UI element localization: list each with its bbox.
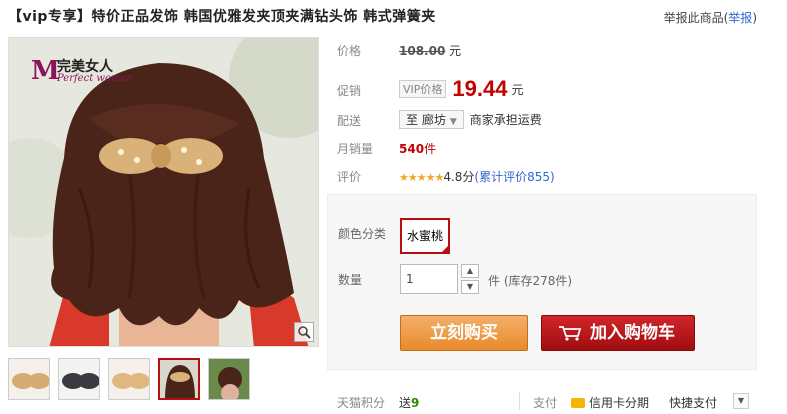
report-suffix: ) [752, 11, 757, 25]
color-option-label: 水蜜桃 [406, 229, 443, 243]
rating-label: 评价 [337, 170, 362, 184]
rating-score: 4.8分 [443, 170, 475, 184]
original-unit: 元 [449, 44, 462, 58]
promo-label: 促销 [337, 84, 362, 98]
report-link-area: 举报此商品(举报) [664, 9, 757, 26]
cart-icon [559, 326, 582, 341]
quantity-input[interactable]: 1 [400, 264, 458, 294]
color-option-selected[interactable]: 水蜜桃 [400, 218, 450, 254]
chevron-down-icon: ▼ [449, 117, 457, 127]
credit-installment[interactable]: 信用卡分期 [589, 396, 649, 410]
original-price: 108.00 [399, 44, 446, 58]
selected-check-icon [440, 244, 450, 254]
purchase-options: 颜色分类 水蜜桃 数量 1 ▲ ▼ 件 (库存278件) 立刻购买 加入购物车 [327, 194, 757, 370]
delivery-label: 配送 [337, 114, 362, 128]
delivery-location: 至 廊坊 [406, 113, 446, 127]
main-product-image[interactable]: M 完美女人 Perfect woman [8, 37, 319, 347]
quick-pay[interactable]: 快捷支付 [669, 394, 717, 411]
sales-label: 月销量 [337, 142, 374, 156]
points-value: 9 [411, 396, 420, 410]
promo-unit: 元 [511, 82, 524, 97]
add-to-cart-button[interactable]: 加入购物车 [541, 315, 695, 351]
thumbnail-1[interactable] [8, 358, 50, 400]
report-prefix: 举报此商品( [663, 11, 729, 25]
thumbnail-4[interactable] [158, 358, 200, 400]
promo-price: 19.44 [452, 76, 508, 101]
sales-unit: 件 [424, 142, 437, 156]
delivery-location-select[interactable]: 至 廊坊 ▼ [399, 110, 464, 129]
divider [519, 392, 520, 410]
quantity-decrease-button[interactable]: ▼ [461, 280, 479, 294]
thumbnail-3[interactable] [108, 358, 150, 400]
credit-card-icon [571, 398, 585, 408]
logo-en: Perfect woman [57, 73, 133, 84]
color-label: 颜色分类 [338, 227, 387, 241]
product-title: 【vip专享】特价正品发饰 韩国优雅发夹顶夹满钻头饰 韩式弹簧夹 [8, 9, 436, 25]
magnifier-icon[interactable] [294, 322, 314, 342]
rating-stars: ★★★★★ [399, 171, 444, 184]
buy-now-button[interactable]: 立刻购买 [400, 315, 528, 351]
add-to-cart-label: 加入购物车 [590, 323, 675, 343]
thumbnail-5[interactable] [208, 358, 250, 400]
report-link[interactable]: 举报 [728, 11, 752, 25]
vip-price-tag: VIP价格 [399, 80, 447, 98]
quantity-increase-button[interactable]: ▲ [461, 264, 479, 278]
rating-count-link[interactable]: (累计评价855) [474, 170, 554, 184]
points-label: 天猫积分 [337, 396, 386, 410]
bottom-info: 天猫积分 送9 支付 信用卡分期 快捷支付 ▼ [337, 392, 757, 412]
thumbnail-2[interactable] [58, 358, 100, 400]
price-label: 价格 [337, 44, 362, 58]
sales-value: 540 [399, 142, 425, 156]
chevron-down-icon[interactable]: ▼ [733, 393, 749, 409]
quantity-label: 数量 [338, 273, 363, 287]
stock-text: 件 (库存278件) [488, 274, 573, 288]
pay-label: 支付 [533, 396, 558, 410]
points-send: 送 [399, 396, 412, 410]
logo-mark: M [31, 56, 60, 86]
shipping-note: 商家承担运费 [469, 113, 542, 127]
